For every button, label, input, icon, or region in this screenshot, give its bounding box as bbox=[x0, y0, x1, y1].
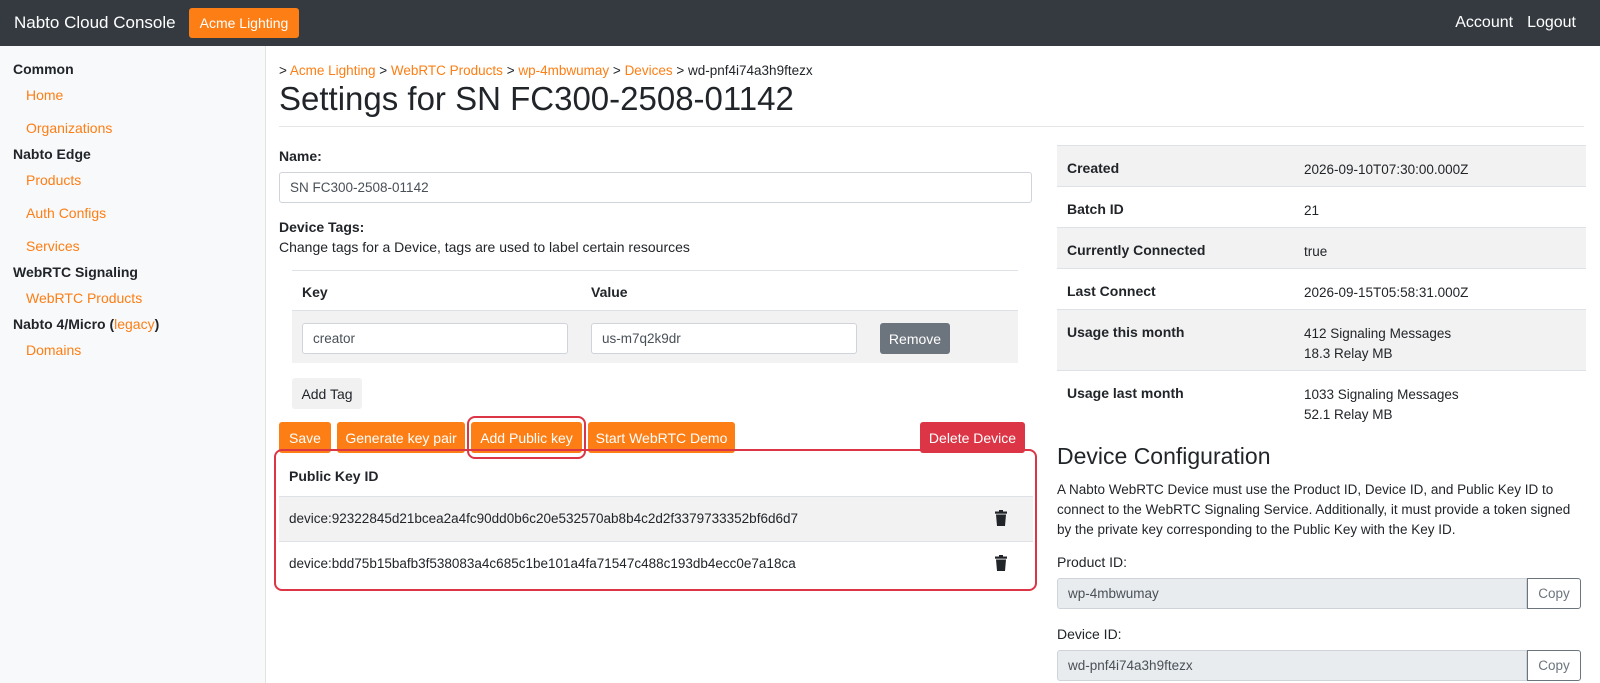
public-key-id-header: Public Key ID bbox=[289, 468, 379, 484]
save-button[interactable]: Save bbox=[279, 422, 331, 453]
device-id-label: Device ID: bbox=[1057, 626, 1122, 642]
sidebar-item-auth-configs[interactable]: Auth Configs bbox=[26, 205, 106, 221]
usage-this-month-messages: 412 Signaling Messages bbox=[1304, 326, 1452, 341]
detail-row-batch: Batch ID 21 bbox=[1057, 186, 1586, 227]
breadcrumb-current: wd-pnf4i74a3h9ftezx bbox=[688, 63, 813, 78]
sidebar-heading-edge: Nabto Edge bbox=[13, 146, 91, 162]
add-tag-button[interactable]: Add Tag bbox=[292, 378, 362, 409]
created-label: Created bbox=[1067, 160, 1120, 176]
start-webrtc-demo-button[interactable]: Start WebRTC Demo bbox=[588, 422, 735, 453]
created-value: 2026-09-10T07:30:00.000Z bbox=[1304, 162, 1469, 177]
value-column-header: Value bbox=[591, 284, 628, 300]
sidebar-heading-micro: Nabto 4/Micro (legacy) bbox=[13, 316, 159, 332]
usage-last-month-label: Usage last month bbox=[1067, 385, 1184, 401]
device-configuration-heading: Device Configuration bbox=[1057, 443, 1271, 469]
sidebar-heading-micro-close: ) bbox=[154, 316, 160, 332]
name-input[interactable]: SN FC300-2508-01142 bbox=[279, 172, 1032, 203]
brand-title[interactable]: Nabto Cloud Console bbox=[14, 13, 176, 33]
public-key-table-header: Public Key ID bbox=[279, 460, 1033, 496]
usage-this-month-label: Usage this month bbox=[1067, 324, 1185, 340]
usage-this-month-value: 412 Signaling Messages 18.3 Relay MB bbox=[1304, 324, 1451, 364]
breadcrumb-devices[interactable]: Devices bbox=[625, 63, 673, 78]
device-tags-help: Change tags for a Device, tags are used … bbox=[279, 239, 690, 255]
usage-last-month-messages: 1033 Signaling Messages bbox=[1304, 387, 1459, 402]
tag-key-input[interactable]: creator bbox=[302, 323, 568, 354]
detail-row-connected: Currently Connected true bbox=[1057, 227, 1586, 268]
breadcrumb-webrtc-products[interactable]: WebRTC Products bbox=[391, 63, 503, 78]
batch-id-label: Batch ID bbox=[1067, 201, 1124, 217]
remove-tag-button[interactable]: Remove bbox=[880, 323, 950, 354]
device-id-field[interactable]: wd-pnf4i74a3h9ftezx bbox=[1057, 650, 1527, 681]
sidebar-item-home[interactable]: Home bbox=[26, 87, 63, 103]
organization-button[interactable]: Acme Lighting bbox=[188, 8, 300, 38]
detail-row-usage-this-month: Usage this month 412 Signaling Messages … bbox=[1057, 309, 1586, 370]
batch-id-value: 21 bbox=[1304, 203, 1320, 218]
usage-last-month-relay: 52.1 Relay MB bbox=[1304, 407, 1393, 422]
detail-row-last-connect: Last Connect 2026-09-15T05:58:31.000Z bbox=[1057, 268, 1586, 309]
tags-table-header: Key Value bbox=[292, 270, 1018, 310]
public-key-row: device:92322845d21bcea2a4fc90dd0b6c20e53… bbox=[279, 496, 1033, 541]
logout-link[interactable]: Logout bbox=[1527, 14, 1576, 32]
product-id-label: Product ID: bbox=[1057, 554, 1128, 570]
breadcrumb-separator: > bbox=[379, 63, 388, 78]
sidebar-heading-common: Common bbox=[13, 61, 74, 77]
sidebar-item-organizations[interactable]: Organizations bbox=[26, 120, 112, 136]
copy-product-id-button[interactable]: Copy bbox=[1527, 578, 1581, 609]
top-nav-links: Account Logout bbox=[1455, 14, 1576, 32]
product-id-field[interactable]: wp-4mbwumay bbox=[1057, 578, 1527, 609]
copy-device-id-button[interactable]: Copy bbox=[1527, 650, 1581, 681]
usage-last-month-value: 1033 Signaling Messages 52.1 Relay MB bbox=[1304, 385, 1459, 425]
sidebar-item-webrtc-products[interactable]: WebRTC Products bbox=[26, 290, 142, 306]
tags-table-row: creator us-m7q2k9dr Remove bbox=[292, 310, 1018, 363]
trash-icon[interactable] bbox=[995, 555, 1007, 571]
public-key-row: device:bdd75b15bafb3f538083a4c685c1be101… bbox=[279, 541, 1033, 586]
account-link[interactable]: Account bbox=[1455, 14, 1513, 32]
tag-value-input[interactable]: us-m7q2k9dr bbox=[591, 323, 857, 354]
page-title: Settings for SN FC300-2508-01142 bbox=[279, 80, 794, 117]
device-tags-label: Device Tags: bbox=[279, 219, 365, 235]
sidebar-item-products[interactable]: Products bbox=[26, 172, 81, 188]
key-column-header: Key bbox=[302, 284, 328, 300]
sidebar: Common Home Organizations Nabto Edge Pro… bbox=[0, 46, 266, 683]
public-key-id: device:bdd75b15bafb3f538083a4c685c1be101… bbox=[289, 556, 796, 571]
public-key-id: device:92322845d21bcea2a4fc90dd0b6c20e53… bbox=[289, 511, 798, 526]
breadcrumb-separator: > bbox=[612, 63, 621, 78]
trash-icon[interactable] bbox=[995, 510, 1007, 526]
add-public-key-button[interactable]: Add Public key bbox=[471, 422, 582, 453]
connected-value: true bbox=[1304, 244, 1328, 259]
last-connect-value: 2026-09-15T05:58:31.000Z bbox=[1304, 285, 1469, 300]
breadcrumb-product[interactable]: wp-4mbwumay bbox=[518, 63, 609, 78]
breadcrumb-separator: > bbox=[676, 63, 685, 78]
breadcrumb-separator: > bbox=[506, 63, 515, 78]
title-divider bbox=[279, 126, 1584, 127]
usage-this-month-relay: 18.3 Relay MB bbox=[1304, 346, 1393, 361]
top-navbar: Nabto Cloud Console Acme Lighting Accoun… bbox=[0, 0, 1600, 46]
breadcrumb-organization[interactable]: Acme Lighting bbox=[290, 63, 376, 78]
name-label: Name: bbox=[279, 148, 322, 164]
connected-label: Currently Connected bbox=[1067, 242, 1206, 258]
sidebar-heading-micro-text: Nabto 4/Micro ( bbox=[13, 316, 115, 332]
sidebar-item-services[interactable]: Services bbox=[26, 238, 80, 254]
detail-row-usage-last-month: Usage last month 1033 Signaling Messages… bbox=[1057, 370, 1586, 428]
detail-row-created: Created 2026-09-10T07:30:00.000Z bbox=[1057, 145, 1586, 186]
sidebar-heading-webrtc: WebRTC Signaling bbox=[13, 264, 138, 280]
breadcrumb-prefix: > bbox=[279, 63, 287, 78]
last-connect-label: Last Connect bbox=[1067, 283, 1156, 299]
generate-key-pair-button[interactable]: Generate key pair bbox=[337, 422, 465, 453]
sidebar-item-domains[interactable]: Domains bbox=[26, 342, 81, 358]
delete-device-button[interactable]: Delete Device bbox=[920, 422, 1025, 453]
device-configuration-description: A Nabto WebRTC Device must use the Produ… bbox=[1057, 482, 1571, 537]
legacy-link[interactable]: legacy bbox=[114, 316, 154, 332]
breadcrumb: > Acme Lighting > WebRTC Products > wp-4… bbox=[279, 63, 813, 78]
